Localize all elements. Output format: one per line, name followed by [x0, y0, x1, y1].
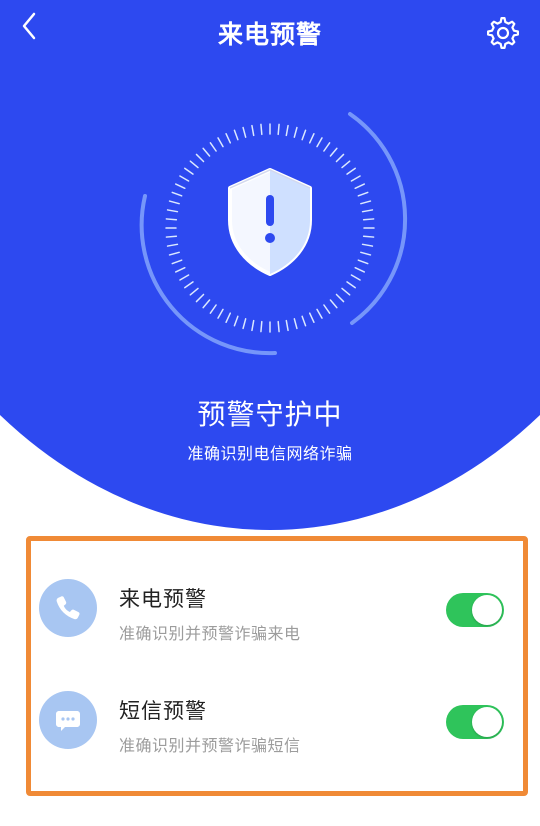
tick-mark — [354, 266, 366, 273]
tick-mark — [195, 153, 205, 163]
tick-mark — [350, 274, 361, 281]
tick-mark — [335, 153, 345, 163]
tick-mark — [341, 287, 351, 296]
guard-graphic — [130, 88, 410, 368]
sms-warning-row: 短信预警 准确识别并预警诈骗短信 — [31, 677, 523, 777]
tick-mark — [165, 235, 178, 238]
phone-icon-circle — [39, 579, 97, 637]
tick-mark — [251, 319, 255, 332]
tick-mark — [179, 175, 190, 182]
tick-mark — [357, 191, 369, 197]
page-title: 来电预警 — [217, 20, 322, 49]
tick-mark — [357, 259, 369, 265]
tick-mark — [293, 318, 298, 330]
tick-mark — [166, 209, 179, 213]
tick-mark — [316, 308, 323, 319]
call-warning-description: 准确识别并预警诈骗来电 — [119, 624, 301, 643]
tick-mark — [323, 304, 331, 314]
tick-mark — [195, 293, 205, 303]
tick-mark — [202, 299, 211, 309]
status-subtitle: 准确识别电信网络诈骗 — [187, 444, 353, 463]
tick-mark — [171, 191, 183, 197]
tick-mark — [225, 312, 232, 324]
tick-mark — [165, 218, 178, 221]
tick-mark — [329, 147, 338, 157]
tick-mark — [361, 209, 374, 213]
tick-mark — [260, 123, 263, 136]
tick-mark — [346, 167, 356, 175]
tick-mark — [335, 293, 345, 303]
tick-mark — [242, 318, 247, 330]
tick-mark — [233, 315, 239, 327]
tick-mark — [285, 319, 289, 332]
top-bar: 来电预警 — [0, 0, 540, 66]
tick-mark — [168, 251, 180, 256]
tick-mark — [293, 126, 298, 138]
tick-mark — [174, 266, 186, 273]
tick-mark — [179, 274, 190, 281]
tick-mark — [301, 315, 307, 327]
tick-mark — [184, 167, 194, 175]
tick-mark — [184, 281, 194, 289]
tick-mark — [360, 251, 372, 256]
call-warning-row: 来电预警 准确识别并预警诈骗来电 — [31, 565, 523, 665]
toggle-knob — [472, 595, 502, 625]
message-icon-circle — [39, 691, 97, 749]
tick-mark — [174, 183, 186, 190]
tick-mark — [285, 124, 289, 137]
tick-mark — [277, 123, 280, 136]
call-warning-title: 来电预警 — [119, 587, 207, 611]
tick-mark — [217, 308, 224, 319]
tick-mark — [225, 132, 232, 144]
tick-mark — [323, 142, 331, 152]
tick-mark — [308, 132, 315, 144]
sms-warning-description: 准确识别并预警诈骗短信 — [119, 736, 301, 755]
message-icon — [56, 711, 80, 731]
tick-mark — [166, 243, 179, 247]
tick-mark — [341, 160, 351, 169]
tick-mark — [189, 160, 199, 169]
tick-mark — [301, 129, 307, 141]
tick-mark — [354, 183, 366, 190]
gear-icon — [487, 16, 519, 49]
tick-mark — [209, 142, 217, 152]
shield-alert-icon — [228, 168, 312, 276]
tick-mark — [362, 218, 375, 221]
settings-button[interactable] — [485, 15, 521, 51]
tick-mark — [329, 299, 338, 309]
tick-mark — [360, 200, 372, 205]
tick-mark — [362, 235, 375, 238]
tick-mark — [260, 320, 263, 333]
toggle-knob — [472, 707, 502, 737]
tick-mark — [189, 287, 199, 296]
tick-mark — [209, 304, 217, 314]
call-warning-toggle[interactable] — [446, 593, 504, 627]
sms-warning-toggle[interactable] — [446, 705, 504, 739]
tick-mark — [346, 281, 356, 289]
warning-settings-panel: 来电预警 准确识别并预警诈骗来电 短信预警 准确识别并预警诈骗短信 — [26, 536, 528, 796]
status-title: 预警守护中 — [197, 398, 343, 431]
phone-icon — [56, 596, 80, 620]
tick-mark — [171, 259, 183, 265]
tick-mark — [350, 175, 361, 182]
hero-section: 来电预警 预警守护中 准确识别电信网络诈骗 — [0, 0, 540, 530]
sms-warning-title: 短信预警 — [119, 699, 207, 723]
tick-mark — [168, 200, 180, 205]
tick-mark — [233, 129, 239, 141]
tick-mark — [277, 320, 280, 333]
tick-mark — [316, 137, 323, 148]
tick-mark — [217, 137, 224, 148]
tick-mark — [308, 312, 315, 324]
tick-mark — [251, 124, 255, 137]
outer-ring-arc-right — [348, 112, 408, 325]
tick-mark — [361, 243, 374, 247]
tick-mark — [202, 147, 211, 157]
tick-mark — [242, 126, 247, 138]
